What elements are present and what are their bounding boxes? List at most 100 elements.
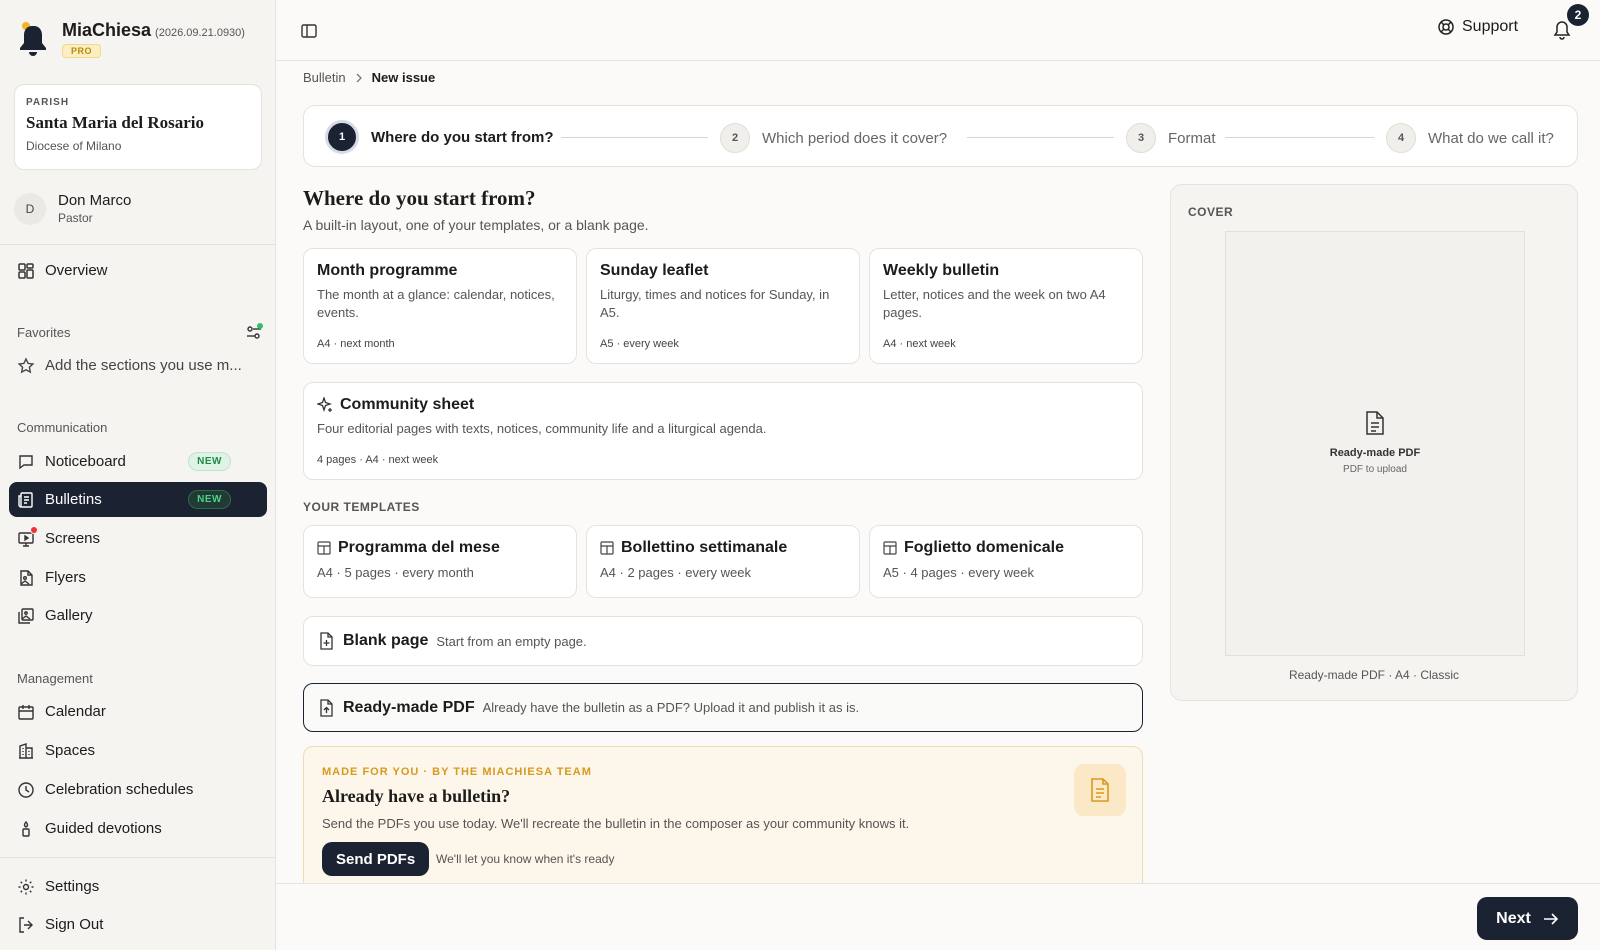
card-meta: A5 · 4 pages · every week: [883, 565, 1035, 580]
communication-label: Communication: [17, 420, 108, 435]
your-templates-label: YOUR TEMPLATES: [303, 500, 420, 514]
logout-icon: [17, 916, 35, 934]
file-text-icon: [1364, 410, 1386, 436]
card-description: Liturgy, times and notices for Sunday, i…: [600, 287, 830, 320]
brand[interactable]: MiaChiesa (2026.09.21.0930) PRO: [16, 20, 245, 60]
sidebar-item-celebration-schedules[interactable]: Celebration schedules: [9, 772, 267, 807]
sidebar-item-label: Celebration schedules: [45, 781, 194, 798]
sidebar-item-bulletins[interactable]: Bulletins NEW: [9, 482, 267, 517]
sidebar-item-overview[interactable]: Overview: [9, 253, 267, 288]
template-icon: [883, 541, 897, 555]
user-role: Pastor: [58, 211, 93, 225]
section-subtitle: A built-in layout, one of your templates…: [303, 217, 649, 233]
ready-made-pdf-option[interactable]: Ready-made PDF Already have the bulletin…: [303, 683, 1143, 732]
step-number: 4: [1386, 123, 1416, 153]
management-label: Management: [17, 671, 93, 686]
cover-page-preview: Ready-made PDF PDF to upload: [1225, 231, 1525, 656]
option-title: Ready-made PDF: [343, 698, 475, 716]
notification-bell-icon[interactable]: [1553, 20, 1571, 40]
sidebar-item-label: Spaces: [45, 742, 96, 759]
layout-card-month-programme[interactable]: Month programme The month at a glance: c…: [303, 248, 577, 364]
arrow-right-icon: [1543, 912, 1559, 926]
sidebar-item-label: Guided devotions: [45, 820, 162, 837]
sidebar-item-label: Gallery: [45, 607, 93, 624]
layout-card-community-sheet[interactable]: Community sheet Four editorial pages wit…: [303, 382, 1143, 480]
template-card-bollettino-settimanale[interactable]: Bollettino settimanale A4 · 2 pages · ev…: [586, 525, 860, 598]
sidebar-item-flyers[interactable]: Flyers: [9, 560, 267, 595]
card-meta: 4 pages · A4 · next week: [317, 454, 439, 466]
card-meta: A5 · every week: [600, 338, 679, 350]
card-title: Weekly bulletin: [883, 262, 1000, 279]
lifebuoy-icon: [1437, 18, 1455, 36]
sidebar-item-calendar[interactable]: Calendar: [9, 694, 267, 729]
parish-card[interactable]: PARISH Santa Maria del Rosario Diocese o…: [14, 84, 262, 170]
grid-icon: [17, 262, 35, 280]
sidebar-item-screens[interactable]: Screens: [9, 521, 267, 556]
card-title: Foglietto domenicale: [904, 539, 1065, 556]
user-name: Don Marco: [58, 192, 132, 209]
sidebar-item-spaces[interactable]: Spaces: [9, 733, 267, 768]
new-badge: NEW: [188, 452, 231, 471]
gear-icon: [17, 878, 35, 896]
sidebar-divider: [0, 244, 276, 245]
sidebar-toggle-icon[interactable]: [300, 22, 318, 40]
sidebar-item-gallery[interactable]: Gallery: [9, 598, 267, 633]
card-title: Programma del mese: [338, 539, 500, 556]
clock-icon: [17, 781, 35, 799]
favorites-hint[interactable]: Add the sections you use m...: [9, 348, 267, 383]
sidebar-item-label: Sign Out: [45, 916, 104, 933]
layout-card-weekly-bulletin[interactable]: Weekly bulletin Letter, notices and the …: [869, 248, 1143, 364]
newspaper-icon: [17, 491, 35, 509]
promo-eyebrow: MADE FOR YOU · BY THE MIACHIESA TEAM: [322, 766, 592, 778]
support-label: Support: [1462, 18, 1519, 35]
template-card-programma-del-mese[interactable]: Programma del mese A4 · 5 pages · every …: [303, 525, 577, 598]
parish-label: PARISH: [26, 97, 70, 108]
sidebar-item-label: Flyers: [45, 569, 86, 586]
next-button[interactable]: Next: [1477, 897, 1578, 940]
step-4[interactable]: 4 What do we call it?: [1386, 123, 1554, 153]
cover-caption: Ready-made PDF · A4 · Classic: [1288, 668, 1460, 682]
candle-icon: [17, 820, 35, 838]
blank-page-option[interactable]: Blank page Start from an empty page.: [303, 616, 1143, 666]
step-2[interactable]: 2 Which period does it cover?: [720, 123, 947, 153]
sidebar-item-label: Calendar: [45, 703, 106, 720]
favorites-hint-text: Add the sections you use m...: [45, 357, 242, 374]
cover-label: COVER: [1188, 205, 1234, 219]
option-title: Blank page: [343, 632, 429, 649]
support-button[interactable]: Support: [1437, 18, 1518, 36]
card-meta: A4 · next week: [883, 338, 956, 350]
monitor-icon: [17, 525, 38, 548]
favorites-settings-icon[interactable]: [245, 323, 263, 341]
card-title: Bollettino settimanale: [621, 539, 788, 556]
step-connector: [1225, 137, 1374, 138]
topbar: [276, 0, 1600, 61]
sidebar-item-label: Settings: [45, 878, 100, 895]
building-icon: [17, 742, 35, 760]
cover-subtitle: PDF to upload: [1343, 464, 1407, 475]
notification-count-badge: 2: [1567, 4, 1589, 26]
sidebar-item-guided-devotions[interactable]: Guided devotions: [9, 811, 267, 846]
message-icon: [17, 453, 35, 471]
user-profile[interactable]: D Don Marco Pastor: [14, 192, 131, 225]
sidebar-item-noticeboard[interactable]: Noticeboard NEW: [9, 444, 267, 479]
cover-title: Ready-made PDF: [1329, 447, 1421, 459]
breadcrumb-parent[interactable]: Bulletin: [303, 70, 346, 85]
layout-card-sunday-leaflet[interactable]: Sunday leaflet Liturgy, times and notice…: [586, 248, 860, 364]
sidebar: MiaChiesa (2026.09.21.0930) PRO PARISH Sa…: [0, 0, 276, 950]
card-title: Sunday leaflet: [600, 262, 709, 279]
sparkles-icon: [317, 397, 333, 413]
step-1[interactable]: 1 Where do you start from?: [325, 120, 554, 154]
sidebar-item-sign-out[interactable]: Sign Out: [9, 907, 267, 942]
new-badge: NEW: [188, 490, 231, 509]
send-pdfs-button[interactable]: Send PDFs: [322, 842, 430, 876]
template-icon: [600, 541, 614, 555]
template-card-foglietto-domenicale[interactable]: Foglietto domenicale A5 · 4 pages · ever…: [869, 525, 1143, 598]
cover-preview-panel: COVER Ready-made PDF PDF to upload Ready…: [1170, 184, 1578, 701]
step-3[interactable]: 3 Format: [1126, 123, 1216, 153]
section-title: Where do you start from?: [303, 186, 536, 210]
promo-note: We'll let you know when it's ready: [436, 852, 615, 866]
step-number: 2: [720, 123, 750, 153]
app-name: MiaChiesa: [62, 20, 152, 40]
sidebar-item-settings[interactable]: Settings: [9, 869, 267, 904]
step-label: What do we call it?: [1428, 129, 1554, 147]
